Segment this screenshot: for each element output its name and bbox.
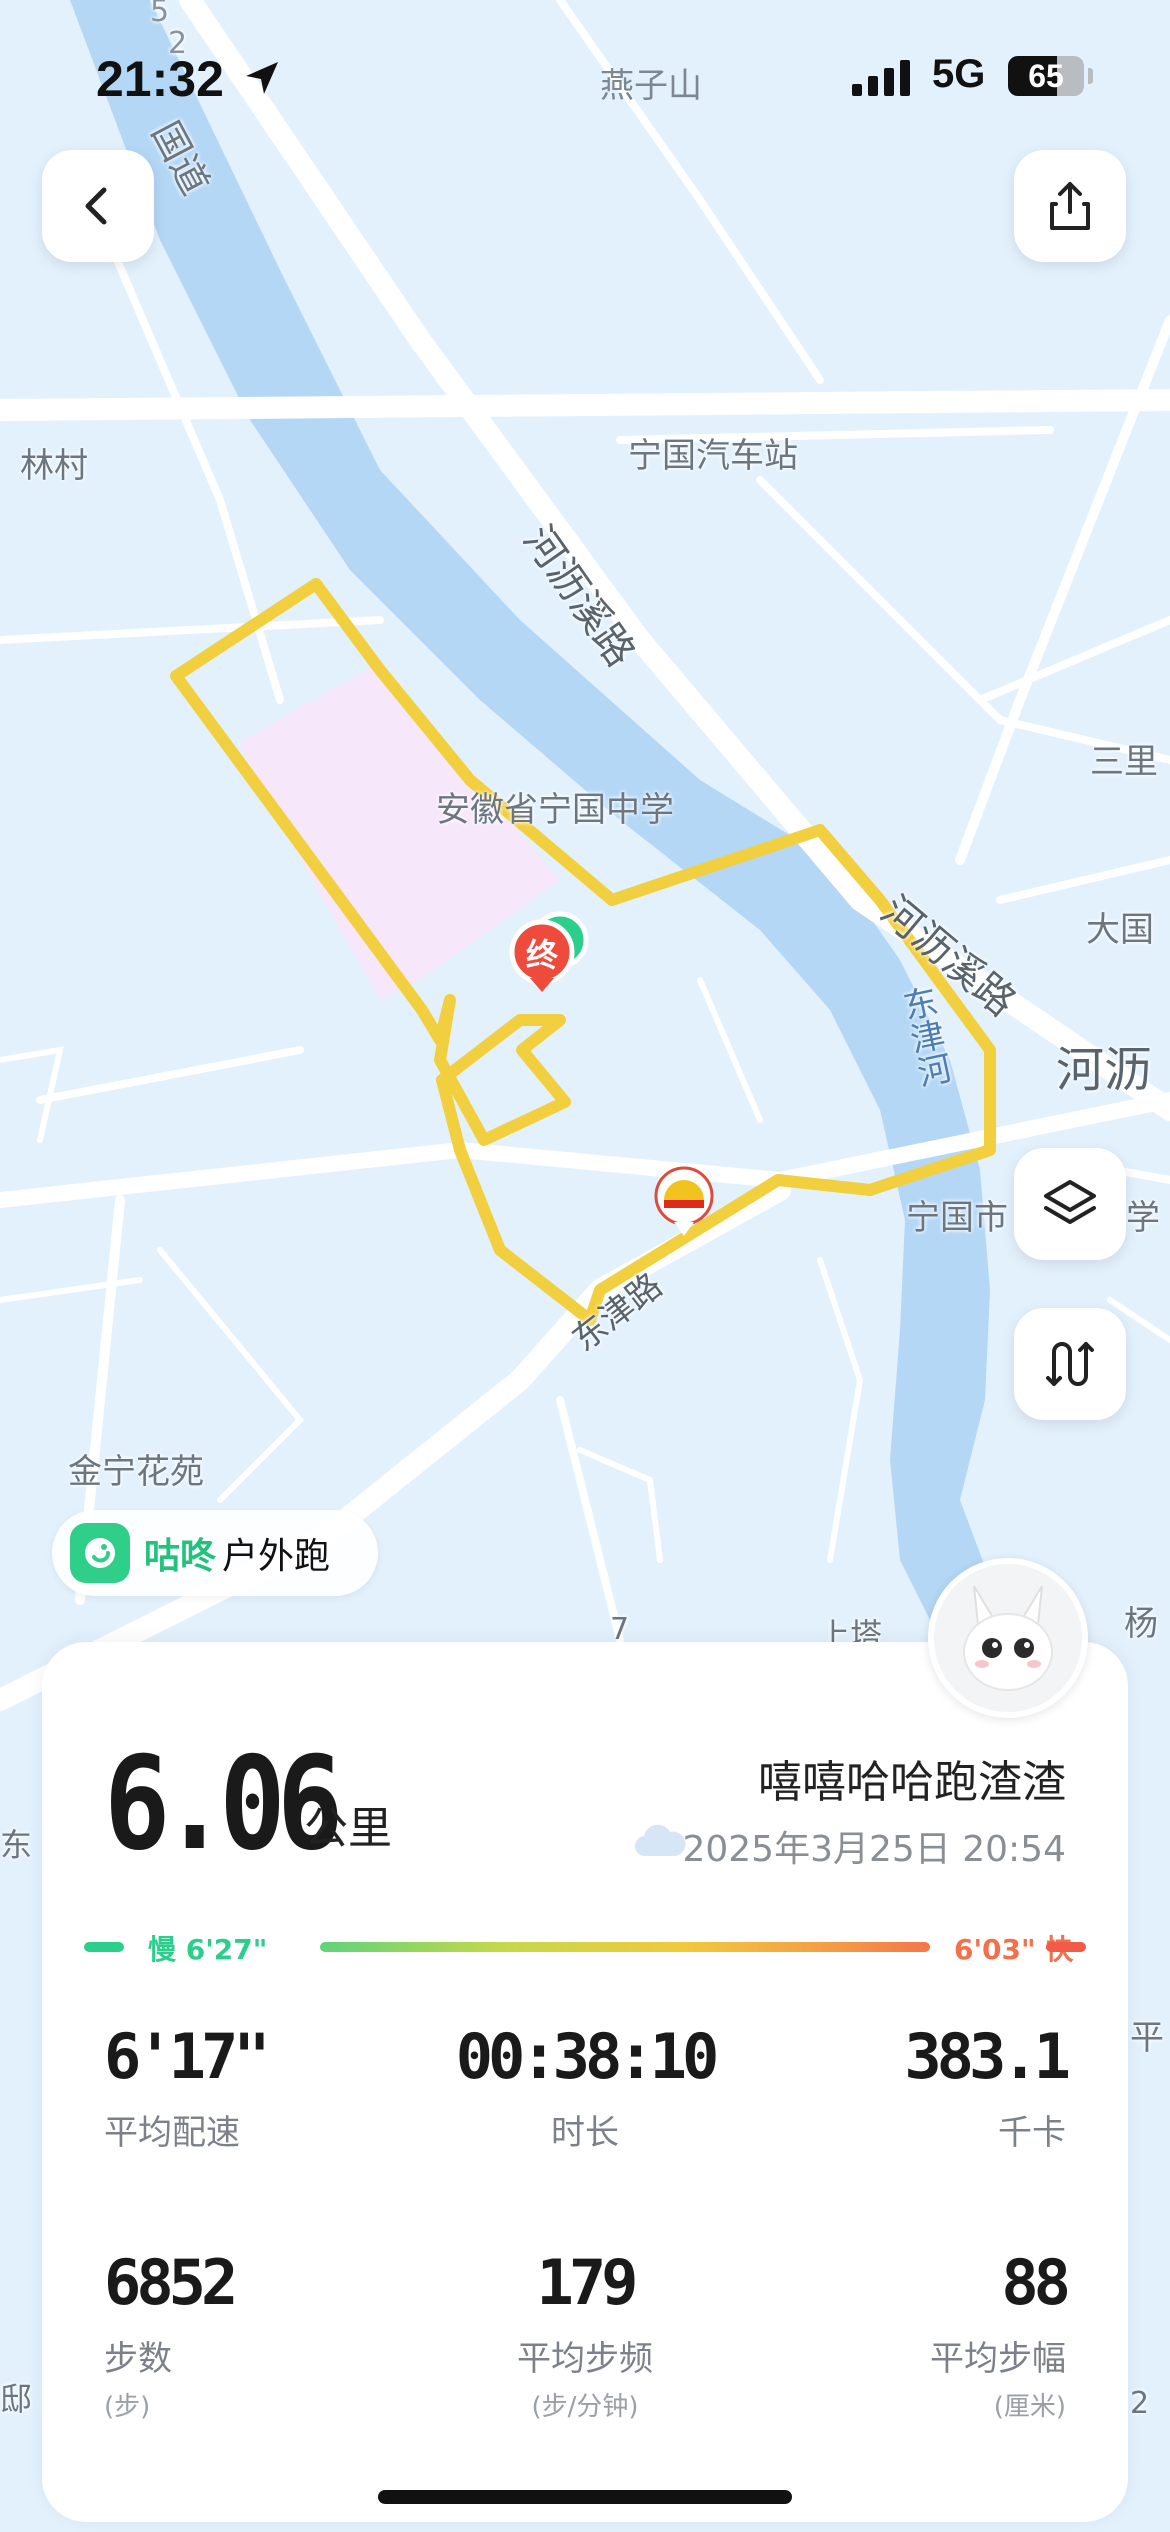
battery-level: 65 — [1028, 58, 1064, 94]
map-label-yang: 杨 — [1124, 1604, 1158, 1644]
distance-unit: 公里 — [304, 1803, 392, 1854]
petrochina-icon-base — [664, 1200, 704, 1208]
pace-fast-dot — [1046, 1942, 1086, 1952]
activity-type: 户外跑 — [222, 1536, 331, 1577]
pace-slow-dot — [84, 1942, 124, 1952]
track-replay-icon — [1046, 1342, 1094, 1386]
map-label-daguo: 大国 — [1086, 910, 1154, 950]
stat-label: 时长 — [551, 2113, 619, 2153]
stat-label: 平均配速 — [104, 2113, 240, 2153]
stat-duration: 00:38:10 时长 — [385, 2020, 785, 2154]
stat-value: 383.1 — [904, 2020, 1071, 2093]
map-layers-button[interactable] — [1014, 1148, 1126, 1260]
share-button[interactable] — [1014, 150, 1126, 262]
map-label-anhui-school: 安徽省宁国中学 — [436, 790, 674, 830]
stat-unit: (步) — [104, 2392, 151, 2422]
run-datetime: 2025年3月25日 20:54 — [682, 1829, 1066, 1870]
stat-label: 千卡 — [998, 2113, 1066, 2153]
location-arrow-icon — [246, 62, 278, 94]
stat-value: 6852 — [104, 2246, 238, 2319]
map-label-dong: 东 — [0, 1826, 33, 1864]
stat-calories: 383.1 千卡 — [766, 2020, 1071, 2154]
avatar[interactable] — [928, 1558, 1088, 1718]
map-label-school-suffix: 学 — [1126, 1198, 1160, 1238]
map-label-jinning-garden: 金宁花苑 — [68, 1452, 204, 1492]
end-marker-label: 终 — [526, 936, 559, 974]
stat-label: 平均步幅 — [930, 2339, 1066, 2379]
map-label-ping: 平 — [1130, 2018, 1164, 2058]
stat-value: 6'17" — [104, 2020, 271, 2093]
cloud-icon — [634, 1824, 686, 1857]
map-label-road-number: 5 — [150, 0, 170, 29]
stat-label: 步数 — [104, 2339, 172, 2379]
map-label-sanli: 三里 — [1090, 742, 1158, 782]
map-label-bus-station: 宁国汽车站 — [628, 436, 798, 476]
map-label-ningguo-school: 宁国市 — [906, 1198, 1008, 1238]
pace-range-bar: 慢 6'27" 6'03" 快 — [84, 1920, 1086, 1970]
battery-cap — [1088, 68, 1093, 84]
share-icon — [1050, 182, 1090, 230]
map-label-di: 邸 — [0, 2380, 33, 2418]
home-indicator[interactable] — [378, 2490, 792, 2504]
map-label-number-2: 2 — [1130, 2386, 1150, 2421]
stat-unit: (厘米) — [993, 2392, 1066, 2422]
stat-value: 00:38:10 — [455, 2020, 720, 2093]
map-label-lincun: 林村 — [20, 446, 88, 486]
distance-value: 6.06 — [104, 1730, 343, 1879]
brand-name: 咕咚 — [144, 1536, 217, 1577]
run-summary-card: 6.06 公里 嘻嘻哈哈跑渣渣 2025年3月25日 20:54 慢 6'27"… — [42, 1642, 1128, 2522]
stat-label: 平均步频 — [517, 2339, 653, 2379]
status-bar: 21:32 燕子山 5G 65 — [0, 40, 1170, 120]
map-label-heli: 河沥 — [1056, 1042, 1153, 1098]
cellular-signal-icon — [852, 60, 910, 96]
user-name[interactable]: 嘻嘻哈哈跑渣渣 — [758, 1746, 1066, 1810]
network-type: 5G — [932, 52, 986, 96]
avatar-character-icon — [934, 1564, 1082, 1712]
back-button[interactable] — [42, 150, 154, 262]
chevron-left-icon — [85, 187, 107, 225]
brand-badge: 咕咚 户外跑 — [52, 1510, 378, 1596]
stat-cadence: 179 平均步频 (步/分钟) — [385, 2246, 785, 2423]
status-location-title: 燕子山 — [600, 66, 702, 106]
route-replay-button[interactable] — [1014, 1308, 1126, 1420]
stat-value: 88 — [1001, 2246, 1071, 2319]
pace-gradient-bar — [320, 1942, 930, 1952]
stat-stride: 88 平均步幅 (厘米) — [766, 2246, 1071, 2423]
codoon-logo-icon — [70, 1523, 130, 1583]
stat-steps: 6852 步数 (步) — [104, 2246, 238, 2423]
stat-value: 179 — [536, 2246, 639, 2319]
stat-unit: (步/分钟) — [531, 2392, 639, 2422]
pace-slow-label: 慢 6'27" — [148, 1933, 268, 1966]
layers-icon — [1044, 1180, 1096, 1224]
battery-icon: 65 — [1008, 56, 1084, 96]
status-time: 21:32 — [96, 51, 224, 107]
stat-avg-pace: 6'17" 平均配速 — [104, 2020, 271, 2154]
